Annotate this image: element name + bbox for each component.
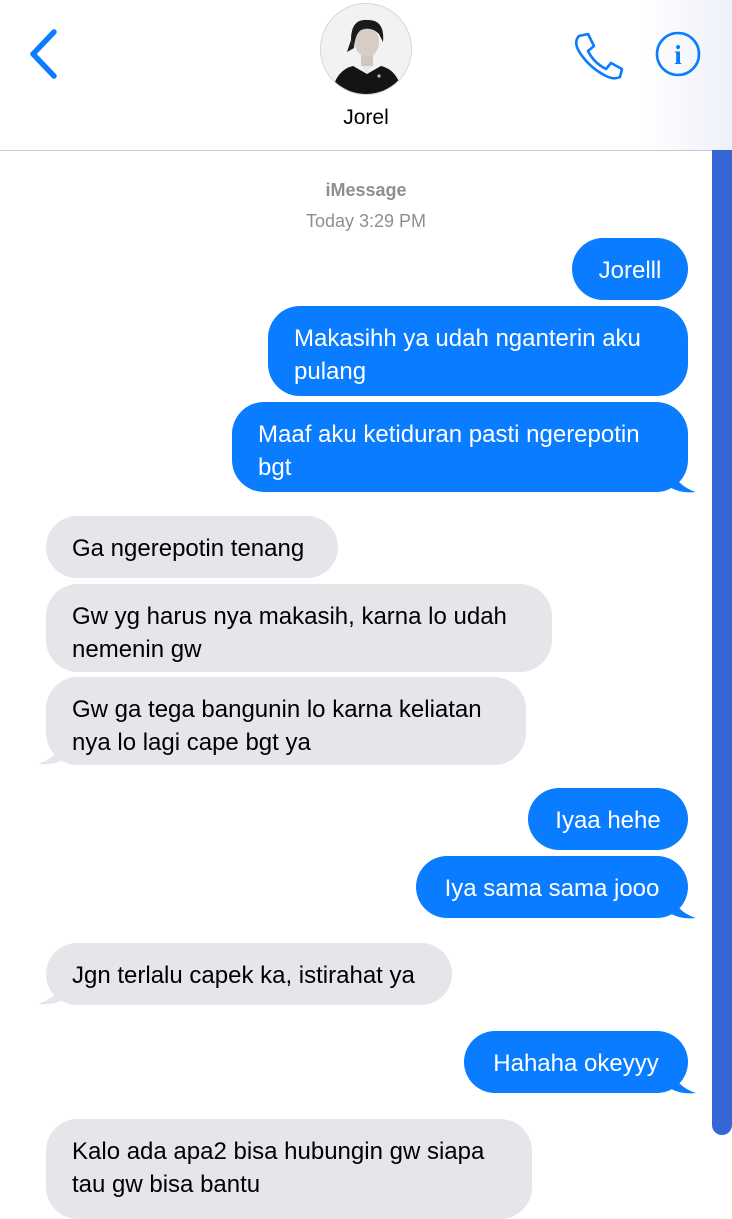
phone-icon	[574, 32, 624, 80]
service-label: iMessage	[325, 180, 407, 200]
bubble-tail	[668, 890, 696, 919]
message-bubble-received[interactable]: Gw ga tega bangunin lo karna keliatan ny…	[46, 677, 526, 765]
message-bubble-received[interactable]: Jgn terlalu capek ka, istirahat ya	[46, 943, 452, 1005]
bubble-tail	[668, 1065, 696, 1094]
bubble-tail	[38, 976, 66, 1005]
message-bubble-sent[interactable]: Jorelll	[572, 238, 688, 300]
message-bubble-sent[interactable]: Iya sama sama jooo	[416, 856, 688, 918]
avatar[interactable]	[320, 3, 412, 95]
message-bubble-received[interactable]: Kalo ada apa2 bisa hubungin gw siapa tau…	[46, 1119, 532, 1219]
conversation-header: Jorel i	[0, 0, 732, 151]
bubble-tail	[668, 464, 696, 493]
scrollbar[interactable]	[712, 150, 732, 1135]
bubble-tail	[38, 736, 66, 765]
svg-text:i: i	[674, 40, 682, 70]
chevron-left-icon	[30, 29, 57, 79]
message-bubble-sent[interactable]: Makasihh ya udah nganterin aku pulang	[268, 306, 688, 396]
message-bubble-received[interactable]: Gw yg harus nya makasih, karna lo udah n…	[46, 584, 552, 672]
contact-name[interactable]: Jorel	[0, 106, 732, 130]
back-button[interactable]	[24, 26, 68, 82]
timestamp: Today 3:29 PM	[305, 211, 427, 231]
info-button[interactable]: i	[654, 30, 702, 78]
message-bubble-sent[interactable]: Hahaha okeyyy	[464, 1031, 688, 1093]
call-button[interactable]	[570, 30, 624, 80]
info-icon: i	[655, 31, 701, 77]
message-bubble-received[interactable]: Ga ngerepotin tenang	[46, 516, 338, 578]
message-bubble-sent[interactable]: Iyaa hehe	[528, 788, 688, 850]
contact-photo	[321, 4, 411, 94]
message-bubble-sent[interactable]: Maaf aku ketiduran pasti ngerepotin bgt	[232, 402, 688, 492]
